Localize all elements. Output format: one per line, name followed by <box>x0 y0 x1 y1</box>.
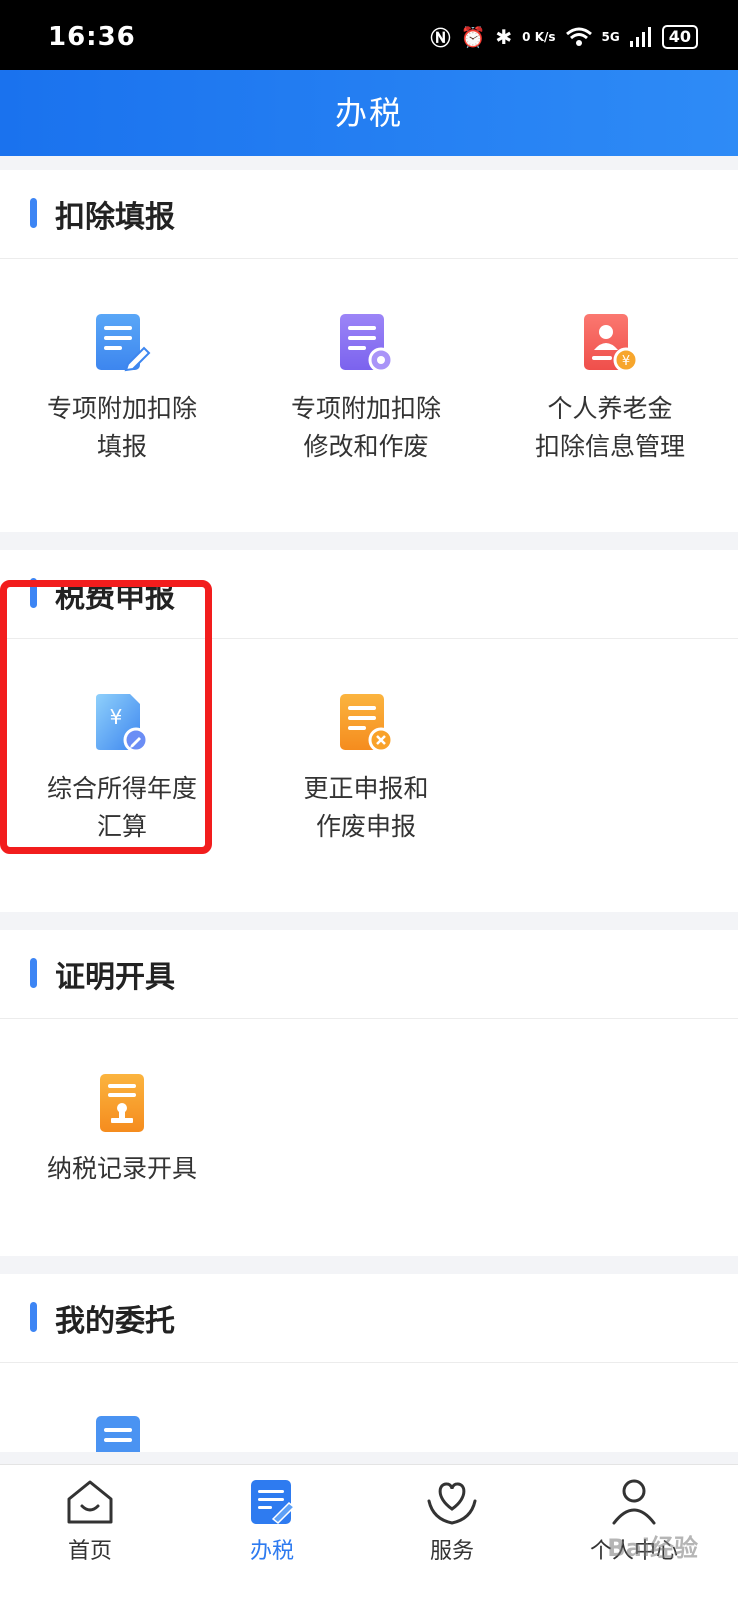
tab-label: 服务 <box>429 1539 474 1564</box>
tab-label: 首页 <box>67 1539 112 1564</box>
status-bar: 16:36 Ⓝ ⏰ ✱ 0 K/s 5G 40 <box>0 0 738 70</box>
document-icon <box>96 1416 140 1452</box>
status-time: 16:36 <box>48 22 136 52</box>
pension-card-icon: ¥ <box>584 314 639 373</box>
section-accent-bar <box>30 198 37 228</box>
page-title: 办税 <box>334 94 403 132</box>
section-header: 我的委托 <box>0 1274 738 1363</box>
wifi-icon <box>565 27 592 46</box>
watermark: Bai经验 <box>607 1534 698 1562</box>
section-header: 证明开具 <box>0 930 738 1019</box>
item-label: 更正申报和 <box>303 774 429 803</box>
special-deduction-fill-button[interactable]: 专项附加扣除 填报 <box>0 312 244 466</box>
tab-tax[interactable]: 办税 <box>212 1479 332 1565</box>
certificate-stamp-icon <box>100 1074 144 1132</box>
item-label: 填报 <box>96 432 147 461</box>
heart-hands-icon <box>427 1482 477 1525</box>
section-header: 扣除填报 <box>0 170 738 259</box>
section-certificate: 证明开具 纳税记录开具 <box>0 930 738 1256</box>
document-settings-icon <box>340 314 394 373</box>
item-label: 专项附加扣除 <box>290 394 441 423</box>
item-label: 作废申报 <box>315 812 416 841</box>
pension-deduction-manage-button[interactable]: ¥ 个人养老金扣除信息管理 <box>488 312 732 466</box>
document-cancel-icon <box>340 694 394 753</box>
bluetooth-icon: ✱ <box>495 24 513 49</box>
signal-text: 5G <box>601 29 620 44</box>
page-header: 办税 <box>0 70 738 156</box>
entrustment-item-partial[interactable] <box>92 1414 152 1452</box>
nfc-icon: Ⓝ <box>430 26 451 50</box>
correct-void-declaration-button[interactable]: 更正申报和 作废申报 <box>244 692 488 846</box>
section-title: 证明开具 <box>55 960 175 995</box>
status-icons: Ⓝ ⏰ ✱ 0 K/s 5G 40 <box>430 22 698 51</box>
net-speed-text: 0 K/s <box>522 29 556 44</box>
svg-text:¥: ¥ <box>622 354 630 369</box>
tab-label: 办税 <box>249 1539 294 1564</box>
signal-icon <box>629 26 651 47</box>
item-label: 修改和作废 <box>303 432 429 461</box>
section-deduction-filing: 扣除填报 专项附加扣除 填报 专项附加扣除 修改和作废 ¥ 个人养老金 扣除信息… <box>0 170 738 532</box>
item-label: 扣除信息管理 <box>534 432 685 461</box>
battery-icon: 40 <box>661 24 698 49</box>
document-edit-icon <box>96 314 151 372</box>
home-icon <box>67 1480 113 1524</box>
section-accent-bar <box>30 958 37 988</box>
highlight-box <box>0 580 212 854</box>
section-title: 我的委托 <box>55 1304 175 1339</box>
item-label: 个人养老金 <box>547 394 673 423</box>
special-deduction-modify-button[interactable]: 专项附加扣除 修改和作废 <box>244 312 488 466</box>
section-my-entrustment: 我的委托 <box>0 1274 738 1452</box>
item-label: 专项附加扣除 <box>46 394 197 423</box>
section-title: 扣除填报 <box>55 200 175 235</box>
alarm-icon: ⏰ <box>460 24 486 49</box>
tab-home[interactable]: 首页 <box>30 1479 150 1565</box>
item-label: 纳税记录开具 <box>46 1154 197 1183</box>
tax-document-icon <box>251 1480 296 1525</box>
tab-service[interactable]: 服务 <box>392 1479 512 1565</box>
section-accent-bar <box>30 1302 37 1332</box>
tax-record-issue-button[interactable]: 纳税记录开具 <box>0 1072 244 1188</box>
person-icon <box>612 1479 656 1525</box>
